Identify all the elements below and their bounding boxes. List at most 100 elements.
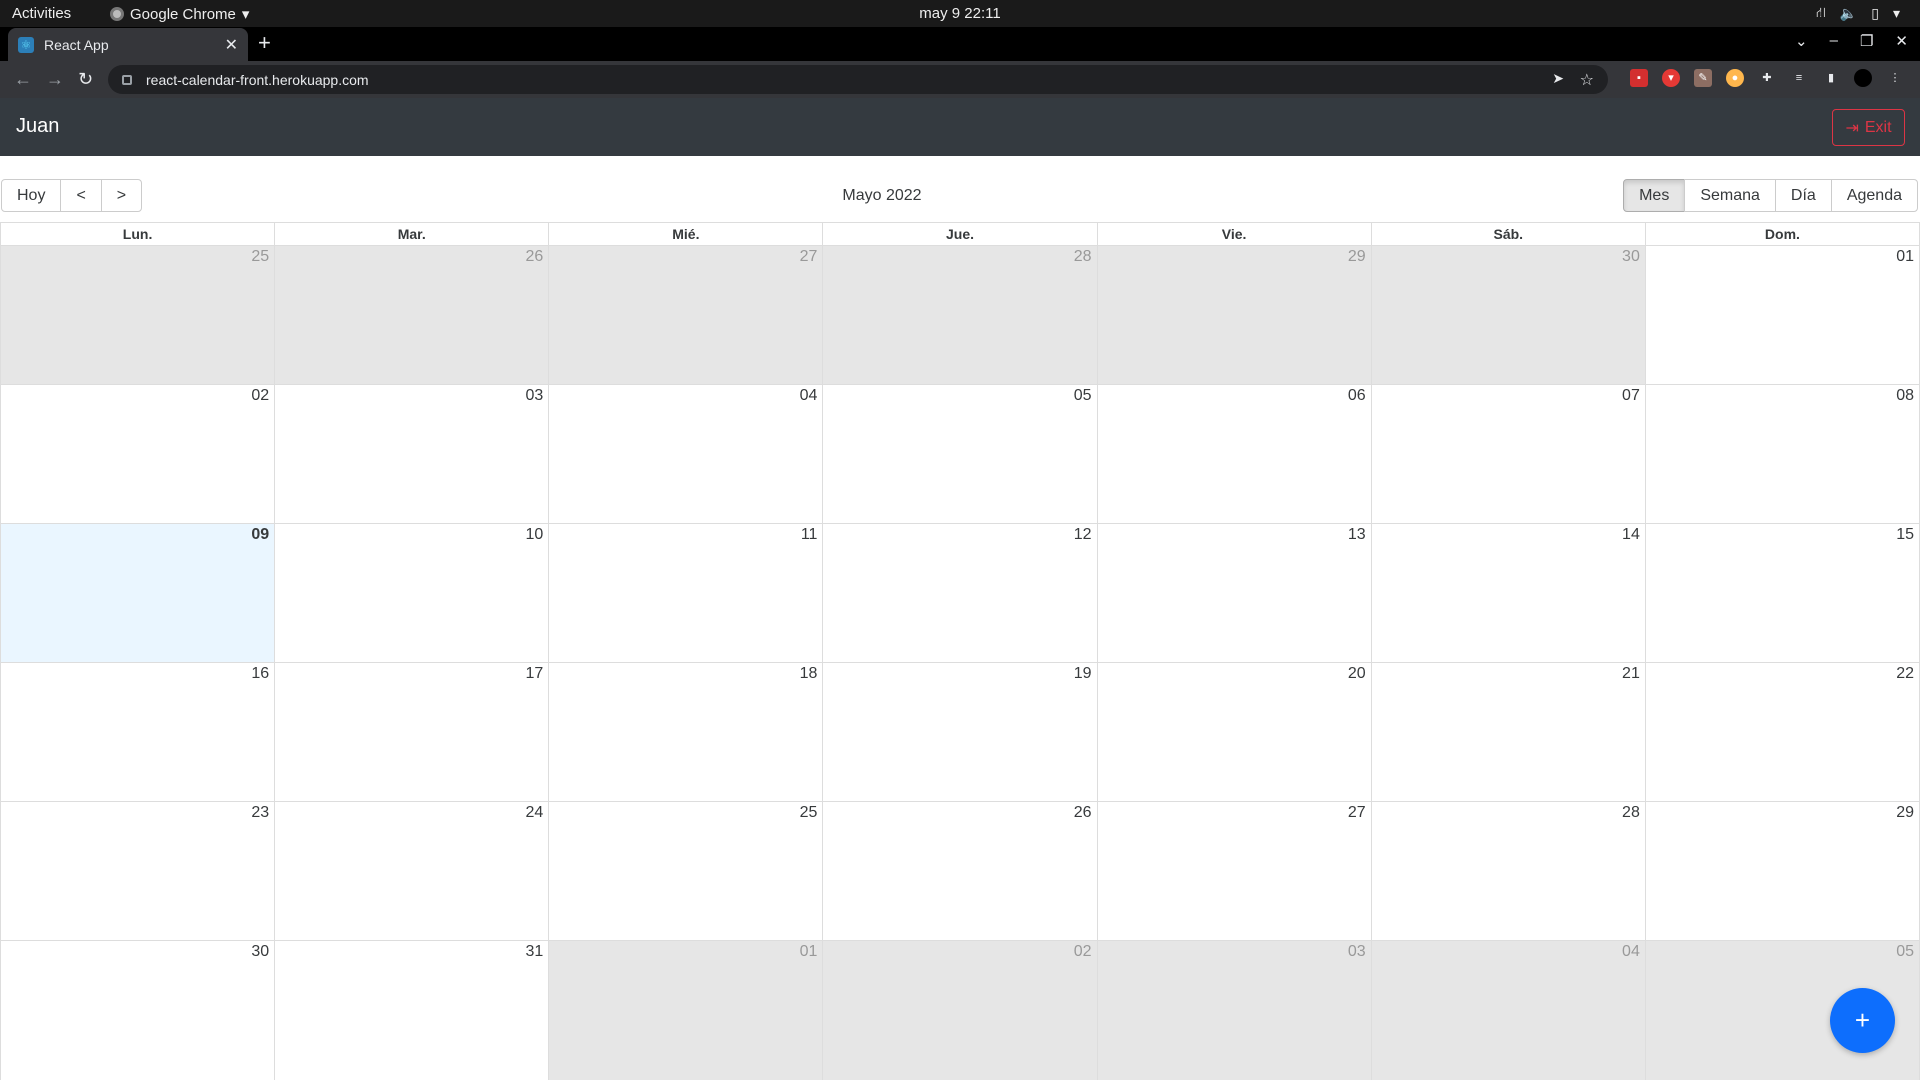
day-number[interactable]: 07 bbox=[1622, 387, 1640, 405]
day-number[interactable]: 25 bbox=[251, 248, 269, 266]
address-bar[interactable]: react-calendar-front.herokuapp.com ➤ ☆ bbox=[108, 65, 1608, 94]
day-number[interactable]: 12 bbox=[1074, 526, 1092, 544]
extension-icon[interactable]: ▾ bbox=[1662, 69, 1680, 87]
day-cell[interactable]: 29 bbox=[1096, 246, 1371, 384]
day-cell[interactable]: 15 bbox=[1644, 524, 1919, 662]
day-number[interactable]: 09 bbox=[251, 526, 269, 544]
day-number[interactable]: 03 bbox=[525, 387, 543, 405]
day-number[interactable]: 21 bbox=[1622, 665, 1640, 683]
day-cell[interactable]: 21 bbox=[1370, 663, 1645, 801]
send-icon[interactable]: ➤ bbox=[1552, 70, 1564, 87]
day-number[interactable]: 19 bbox=[1074, 665, 1092, 683]
day-cell[interactable]: 24 bbox=[274, 802, 549, 940]
close-icon[interactable]: ✕ bbox=[225, 35, 238, 55]
day-cell[interactable]: 18 bbox=[548, 663, 823, 801]
system-tray[interactable]: ⛙ 🔈 ▯ ▾ bbox=[1816, 4, 1900, 23]
day-cell[interactable]: 03 bbox=[274, 385, 549, 523]
day-cell[interactable]: 13 bbox=[1096, 524, 1371, 662]
puzzle-icon[interactable]: ✚ bbox=[1758, 69, 1776, 87]
view-button-semana[interactable]: Semana bbox=[1684, 179, 1776, 212]
view-button-agenda[interactable]: Agenda bbox=[1830, 179, 1918, 212]
day-cell[interactable]: 17 bbox=[274, 663, 549, 801]
day-cell[interactable]: 10 bbox=[274, 524, 549, 662]
day-cell[interactable]: 14 bbox=[1370, 524, 1645, 662]
star-icon[interactable]: ☆ bbox=[1580, 70, 1594, 90]
view-button-mes[interactable]: Mes bbox=[1623, 179, 1686, 212]
day-cell[interactable]: 06 bbox=[1096, 385, 1371, 523]
day-cell[interactable]: 07 bbox=[1370, 385, 1645, 523]
app-menu[interactable]: Google Chrome ▾ bbox=[110, 5, 249, 23]
add-event-button[interactable]: + bbox=[1830, 988, 1895, 1053]
day-number[interactable]: 04 bbox=[1622, 943, 1640, 961]
kebab-menu-icon[interactable]: ⋮ bbox=[1886, 69, 1904, 87]
day-cell[interactable]: 08 bbox=[1644, 385, 1919, 523]
clock[interactable]: may 9 22:11 bbox=[0, 5, 1920, 22]
day-cell[interactable]: 20 bbox=[1096, 663, 1371, 801]
day-cell[interactable]: 01 bbox=[1644, 246, 1919, 384]
profile-avatar[interactable] bbox=[1854, 69, 1872, 87]
extension-icon[interactable]: ✎ bbox=[1694, 69, 1712, 87]
day-cell[interactable]: 02 bbox=[1, 385, 275, 523]
day-cell[interactable]: 12 bbox=[822, 524, 1097, 662]
day-cell[interactable]: 26 bbox=[274, 246, 549, 384]
day-number[interactable]: 27 bbox=[1348, 804, 1366, 822]
day-number[interactable]: 04 bbox=[800, 387, 818, 405]
day-number[interactable]: 01 bbox=[800, 943, 818, 961]
day-number[interactable]: 22 bbox=[1896, 665, 1914, 683]
day-cell[interactable]: 29 bbox=[1644, 802, 1919, 940]
day-cell[interactable]: 28 bbox=[1370, 802, 1645, 940]
day-cell[interactable]: 30 bbox=[1, 941, 275, 1080]
day-number[interactable]: 03 bbox=[1348, 943, 1366, 961]
day-number[interactable]: 30 bbox=[251, 943, 269, 961]
day-cell[interactable]: 04 bbox=[1370, 941, 1645, 1080]
day-number[interactable]: 15 bbox=[1896, 526, 1914, 544]
maximize-button[interactable]: ❐ bbox=[1860, 32, 1873, 50]
day-number[interactable]: 28 bbox=[1622, 804, 1640, 822]
forward-arrow-icon[interactable]: → bbox=[46, 68, 64, 90]
media-icon[interactable]: ≡ bbox=[1790, 69, 1808, 87]
day-number[interactable]: 05 bbox=[1074, 387, 1092, 405]
day-cell[interactable]: 05 bbox=[822, 385, 1097, 523]
day-cell[interactable]: 30 bbox=[1370, 246, 1645, 384]
day-number[interactable]: 25 bbox=[800, 804, 818, 822]
day-number[interactable]: 05 bbox=[1896, 943, 1914, 961]
day-number[interactable]: 06 bbox=[1348, 387, 1366, 405]
day-cell[interactable]: 02 bbox=[822, 941, 1097, 1080]
day-number[interactable]: 26 bbox=[1074, 804, 1092, 822]
day-cell[interactable]: 23 bbox=[1, 802, 275, 940]
day-number[interactable]: 26 bbox=[525, 248, 543, 266]
day-number[interactable]: 10 bbox=[525, 526, 543, 544]
extension-icon[interactable]: ▪ bbox=[1630, 69, 1648, 87]
new-tab-button[interactable]: + bbox=[258, 31, 271, 55]
extension-icon[interactable]: ● bbox=[1726, 69, 1744, 87]
day-number[interactable]: 18 bbox=[800, 665, 818, 683]
day-cell-today[interactable]: 09 bbox=[1, 524, 275, 662]
side-panel-icon[interactable]: ▮ bbox=[1822, 69, 1840, 87]
exit-button[interactable]: ⇥ Exit bbox=[1832, 109, 1905, 146]
browser-tab[interactable]: ⚛ React App ✕ bbox=[8, 28, 248, 61]
tab-search-icon[interactable]: ⌄ bbox=[1795, 32, 1808, 50]
close-window-button[interactable]: ✕ bbox=[1895, 32, 1908, 50]
activities-button[interactable]: Activities bbox=[12, 5, 71, 22]
day-cell[interactable]: 27 bbox=[1096, 802, 1371, 940]
day-cell[interactable]: 22 bbox=[1644, 663, 1919, 801]
day-number[interactable]: 02 bbox=[1074, 943, 1092, 961]
day-number[interactable]: 29 bbox=[1896, 804, 1914, 822]
day-cell[interactable]: 31 bbox=[274, 941, 549, 1080]
day-number[interactable]: 11 bbox=[801, 526, 818, 544]
day-cell[interactable]: 16 bbox=[1, 663, 275, 801]
day-number[interactable]: 17 bbox=[525, 665, 543, 683]
day-number[interactable]: 29 bbox=[1348, 248, 1366, 266]
day-number[interactable]: 30 bbox=[1622, 248, 1640, 266]
day-cell[interactable]: 28 bbox=[822, 246, 1097, 384]
day-number[interactable]: 02 bbox=[251, 387, 269, 405]
day-cell[interactable]: 01 bbox=[548, 941, 823, 1080]
day-number[interactable]: 31 bbox=[525, 943, 543, 961]
day-cell[interactable]: 11 bbox=[548, 524, 823, 662]
minimize-button[interactable]: – bbox=[1830, 32, 1838, 50]
day-number[interactable]: 14 bbox=[1622, 526, 1640, 544]
day-number[interactable]: 28 bbox=[1074, 248, 1092, 266]
day-number[interactable]: 01 bbox=[1896, 248, 1914, 266]
day-number[interactable]: 23 bbox=[251, 804, 269, 822]
day-cell[interactable]: 03 bbox=[1096, 941, 1371, 1080]
